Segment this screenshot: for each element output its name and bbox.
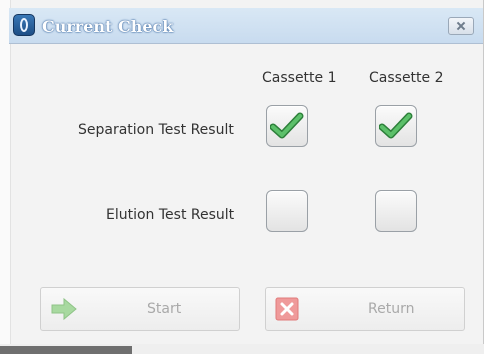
checkmark-icon bbox=[270, 112, 304, 139]
checkmark-icon bbox=[379, 112, 413, 139]
row-label-separation: Separation Test Result bbox=[78, 122, 234, 138]
window-left-edge bbox=[0, 0, 11, 354]
close-x-icon bbox=[275, 297, 299, 321]
row-label-elution: Elution Test Result bbox=[106, 207, 235, 223]
elution-cassette-2-checkbox[interactable] bbox=[375, 190, 417, 232]
window-title: Current Check bbox=[42, 17, 174, 36]
column-header-cassette-1: Cassette 1 bbox=[262, 70, 337, 86]
close-button[interactable] bbox=[448, 17, 474, 35]
start-button[interactable]: Start bbox=[40, 287, 240, 331]
separation-cassette-1-checkbox[interactable] bbox=[266, 105, 308, 147]
app-icon bbox=[13, 14, 35, 36]
scrollbar-thumb[interactable] bbox=[0, 346, 132, 354]
return-button[interactable]: Return bbox=[265, 287, 465, 331]
separation-cassette-2-checkbox[interactable] bbox=[375, 105, 417, 147]
start-button-label: Start bbox=[147, 301, 182, 317]
horizontal-scrollbar[interactable] bbox=[0, 344, 484, 354]
elution-cassette-1-checkbox[interactable] bbox=[266, 190, 308, 232]
return-button-label: Return bbox=[368, 301, 415, 317]
column-header-cassette-2: Cassette 2 bbox=[369, 70, 444, 86]
current-check-dialog: Current Check Cassette 1 Cassette 2 Sepa… bbox=[0, 0, 484, 354]
arrow-right-icon bbox=[51, 297, 77, 321]
title-bar[interactable]: Current Check bbox=[9, 8, 483, 44]
